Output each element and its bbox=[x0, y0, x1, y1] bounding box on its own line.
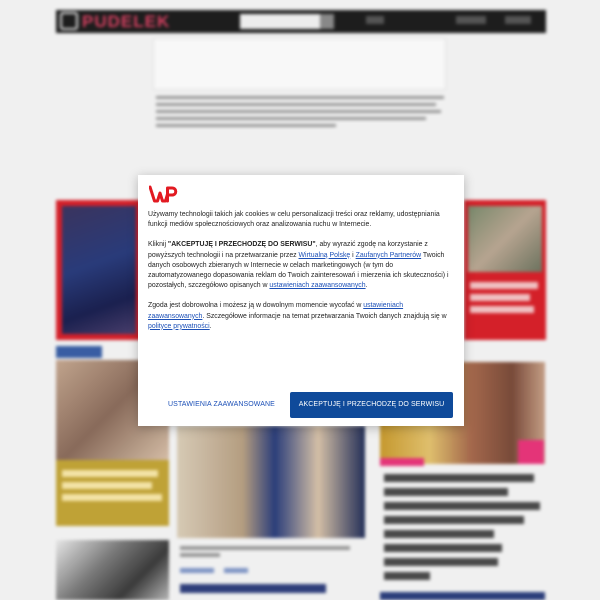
accept-button[interactable]: AKCEPTUJĘ I PRZECHODZĘ DO SERWISU bbox=[290, 392, 453, 418]
consent-paragraph-withdraw: Zgoda jest dobrowolna i możesz ją w dowo… bbox=[148, 301, 452, 332]
text-fragment: . bbox=[365, 282, 368, 290]
privacy-policy-link[interactable]: polityce prywatności bbox=[148, 323, 210, 330]
consent-text: Używamy technologii takich jak cookies w… bbox=[148, 210, 452, 342]
consent-paragraph-intro: Używamy technologii takich jak cookies w… bbox=[148, 211, 440, 229]
advanced-settings-link[interactable]: ustawieniach zaawansowanych bbox=[269, 282, 365, 289]
cookie-consent-dialog: Używamy technologii takich jak cookies w… bbox=[138, 175, 464, 426]
accept-phrase: "AKCEPTUJĘ I PRZECHODZĘ DO SERWISU" bbox=[167, 241, 316, 249]
wp-logo-icon bbox=[149, 185, 178, 203]
text-fragment: . Szczegółowe informacje na temat przetw… bbox=[202, 312, 447, 320]
trusted-partners-link[interactable]: Zaufanych Partnerów bbox=[356, 252, 422, 259]
advanced-settings-button[interactable]: USTAWIENIA ZAAWANSOWANE bbox=[164, 394, 279, 416]
text-fragment: Kliknij bbox=[148, 241, 168, 249]
text-fragment: . bbox=[209, 322, 212, 330]
wirtualna-polska-link[interactable]: Wirtualną Polskę bbox=[299, 252, 351, 259]
consent-paragraph-accept-info: Kliknij "AKCEPTUJĘ I PRZECHODZĘ DO SERWI… bbox=[148, 240, 452, 291]
text-fragment: Zgoda jest dobrowolna i możesz ją w dowo… bbox=[148, 302, 364, 310]
